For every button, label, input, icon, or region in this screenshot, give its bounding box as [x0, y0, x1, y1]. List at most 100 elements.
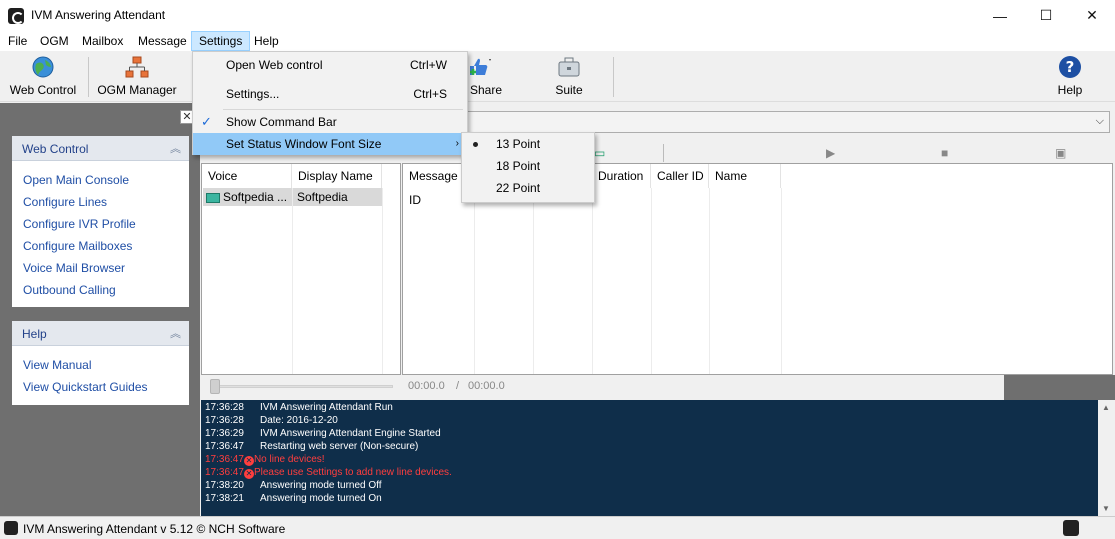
- log-line-error: 17:36:47 ✕ No line devices!: [205, 454, 325, 466]
- share-button[interactable]: Share: [466, 55, 506, 99]
- web-control-button[interactable]: Web Control: [5, 55, 81, 99]
- maximize-button[interactable]: ☐: [1023, 0, 1069, 31]
- link-configure-mailboxes[interactable]: Configure Mailboxes: [12, 235, 189, 257]
- playback-bar-filler: [1004, 375, 1115, 400]
- close-button[interactable]: ✕: [1069, 0, 1115, 31]
- web-control-panel: Web Control ︽ Open Main Console Configur…: [12, 136, 189, 307]
- toolbar-label: Web Control: [9, 83, 77, 97]
- panel-header[interactable]: Web Control ︽: [12, 136, 189, 161]
- help-icon: ?: [1059, 56, 1081, 78]
- link-outbound-calling[interactable]: Outbound Calling: [12, 279, 189, 301]
- column-divider: [781, 188, 782, 374]
- sitemap-icon: [125, 56, 149, 78]
- menu-item-13-point[interactable]: 13 Point: [462, 133, 594, 155]
- line-selector[interactable]: ⌵: [466, 111, 1110, 133]
- menu-settings[interactable]: Settings: [191, 31, 251, 51]
- settings-menu: Open Web control Ctrl+W Settings... Ctrl…: [192, 51, 468, 155]
- toolbar-label: Share: [469, 83, 503, 97]
- log-line: 17:38:21 Answering mode turned On: [205, 493, 382, 504]
- toolbar-separator: [613, 57, 614, 97]
- panel-header[interactable]: Help ︽: [12, 321, 189, 346]
- column-divider: [533, 188, 534, 374]
- phone-status-icon[interactable]: [1063, 520, 1079, 536]
- column-duration[interactable]: Duration: [592, 164, 651, 188]
- submenu-arrow-icon: ›: [455, 138, 459, 149]
- menu-item-show-command-bar[interactable]: ✓ Show Command Bar: [193, 111, 467, 133]
- toolbar: Web Control OGM Manager Share Suite ? He…: [0, 51, 1115, 102]
- column-divider: [592, 188, 593, 374]
- status-bar: IVM Answering Attendant v 5.12 © NCH Sof…: [0, 516, 1115, 539]
- link-voice-mail-browser[interactable]: Voice Mail Browser: [12, 257, 189, 279]
- menu-item-settings[interactable]: Settings... Ctrl+S: [193, 83, 467, 105]
- suite-button[interactable]: Suite: [548, 55, 590, 99]
- menu-message[interactable]: Message: [131, 31, 194, 51]
- playback-position: 00:00.0: [408, 380, 445, 392]
- link-configure-lines[interactable]: Configure Lines: [12, 191, 189, 213]
- time-separator: /: [456, 380, 460, 392]
- menu-file[interactable]: File: [1, 31, 34, 51]
- menu-bar: File OGM Mailbox Message Settings Help: [0, 31, 1115, 51]
- delete-message-icon[interactable]: ▭: [594, 146, 605, 160]
- minimize-button[interactable]: —: [977, 0, 1023, 31]
- display-name-cell: Softpedia: [297, 190, 348, 204]
- scroll-up-icon[interactable]: ▲: [1102, 403, 1110, 412]
- link-view-manual[interactable]: View Manual: [12, 354, 189, 376]
- log-line: 17:36:28 IVM Answering Attendant Run: [205, 402, 393, 413]
- toolbar-label: Help: [1057, 83, 1083, 97]
- phone-icon: [4, 521, 18, 535]
- svg-text:?: ?: [1066, 58, 1075, 76]
- link-view-quickstart-guides[interactable]: View Quickstart Guides: [12, 376, 189, 398]
- menu-item-font-size[interactable]: Set Status Window Font Size ›: [193, 133, 467, 155]
- briefcase-icon: [558, 57, 580, 77]
- log-line: 17:36:28 Date: 2016-12-20: [205, 415, 338, 426]
- collapse-chevron-icon[interactable]: ︽: [170, 325, 181, 341]
- link-open-main-console[interactable]: Open Main Console: [12, 169, 189, 191]
- save-icon[interactable]: ▣: [1055, 146, 1066, 160]
- stop-icon[interactable]: ■: [941, 146, 948, 160]
- column-divider: [651, 188, 652, 374]
- menu-mailbox[interactable]: Mailbox: [75, 31, 130, 51]
- column-divider: [292, 188, 293, 374]
- font-size-submenu: 13 Point 18 Point 22 Point: [461, 132, 595, 203]
- mailbox-cell: Softpedia ...: [223, 190, 288, 204]
- error-icon: ✕: [243, 456, 254, 466]
- check-icon: ✓: [201, 114, 212, 129]
- panel-title: Help: [22, 327, 47, 341]
- seek-slider[interactable]: [210, 379, 220, 394]
- playback-bar: 00:00.0 / 00:00.0: [200, 375, 1004, 400]
- play-icon[interactable]: ▶: [826, 146, 835, 160]
- ogm-manager-button[interactable]: OGM Manager: [94, 55, 180, 99]
- link-configure-ivr-profile[interactable]: Configure IVR Profile: [12, 213, 189, 235]
- help-panel: Help ︽ View Manual View Quickstart Guide…: [12, 321, 189, 405]
- menu-item-18-point[interactable]: 18 Point: [462, 155, 594, 177]
- log-line: 17:36:47 Restarting web server (Non-secur…: [205, 441, 419, 452]
- help-button[interactable]: ? Help: [1050, 55, 1090, 99]
- status-log: 17:36:28 IVM Answering Attendant Run 17:3…: [201, 400, 1098, 516]
- column-name[interactable]: Name: [709, 164, 781, 188]
- column-voice-mailboxes[interactable]: Voice Mailboxes: [202, 164, 292, 207]
- error-icon: ✕: [243, 469, 254, 479]
- window-title: IVM Answering Attendant: [31, 8, 166, 22]
- column-caller-id[interactable]: Caller ID: [651, 164, 709, 188]
- column-display-name[interactable]: Display Name: [292, 164, 382, 188]
- globe-icon: [32, 56, 54, 78]
- log-scrollbar[interactable]: ▲ ▼: [1098, 400, 1115, 516]
- toolbar-label: OGM Manager: [97, 83, 177, 97]
- log-line-error: 17:36:47 ✕ Please use Settings to add new …: [205, 467, 452, 479]
- menu-item-open-web-control[interactable]: Open Web control Ctrl+W: [193, 54, 467, 76]
- status-text: IVM Answering Attendant v 5.12 © NCH Sof…: [23, 522, 286, 536]
- column-divider: [474, 188, 475, 374]
- thumbs-up-icon: [470, 58, 491, 75]
- column-divider: [382, 188, 383, 374]
- menu-separator: [223, 109, 463, 110]
- scroll-down-icon[interactable]: ▼: [1102, 504, 1110, 513]
- seek-track[interactable]: [218, 385, 393, 388]
- log-line: 17:38:20 Answering mode turned Off: [205, 480, 382, 491]
- collapse-chevron-icon[interactable]: ︽: [170, 140, 181, 156]
- toolbar-separator: [88, 57, 89, 97]
- menu-help[interactable]: Help: [247, 31, 286, 51]
- mailboxes-list: Voice Mailboxes Display Name Softpedia .…: [201, 163, 401, 375]
- menu-item-22-point[interactable]: 22 Point: [462, 177, 594, 199]
- title-bar: IVM Answering Attendant — ☐ ✕: [0, 0, 1115, 31]
- menu-ogm[interactable]: OGM: [33, 31, 76, 51]
